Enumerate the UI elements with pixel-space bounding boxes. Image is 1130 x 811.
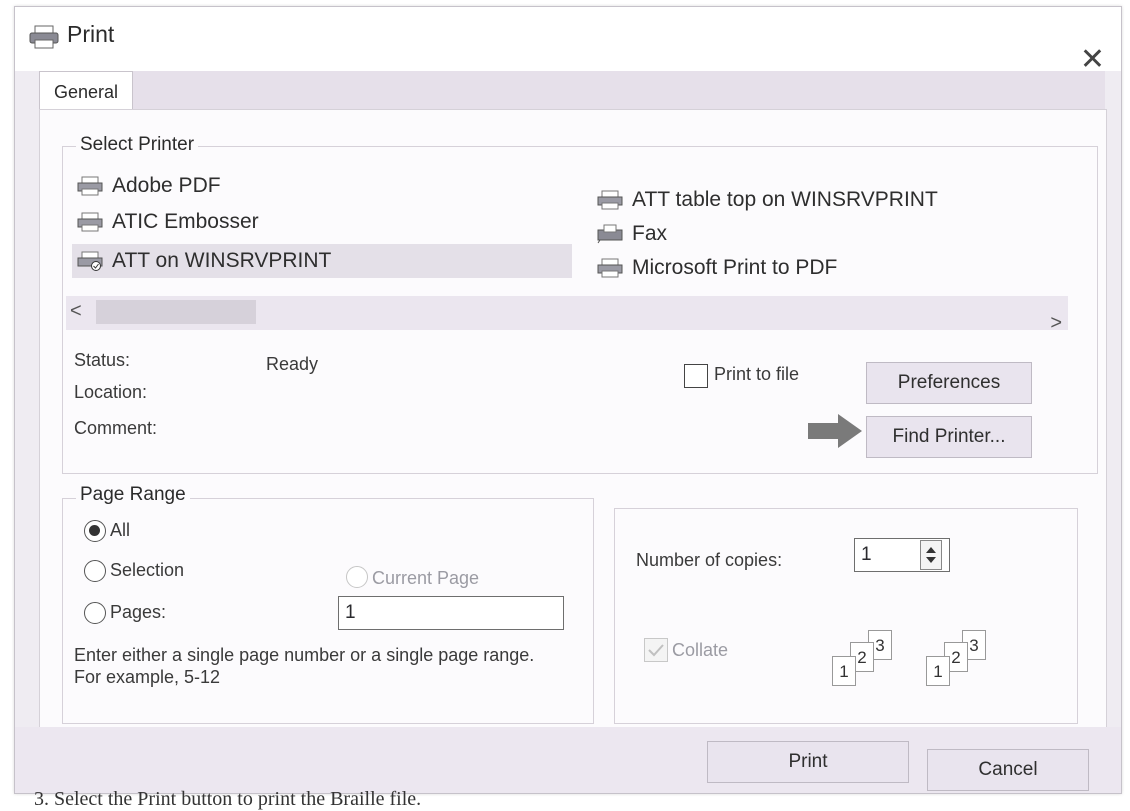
- radio-pages[interactable]: [84, 602, 106, 624]
- print-button[interactable]: Print: [707, 741, 909, 783]
- collate-stack-icon: 3 2 1: [922, 630, 992, 686]
- printer-icon: [597, 258, 623, 278]
- location-label: Location:: [74, 382, 148, 402]
- scroll-thumb[interactable]: [96, 300, 256, 324]
- radio-all[interactable]: [84, 520, 106, 542]
- radio-current-page: [346, 566, 368, 588]
- printer-item[interactable]: Fax: [596, 222, 667, 246]
- tab-content: Select Printer Adobe PDF ATIC Embosser A…: [39, 109, 1107, 729]
- printer-name: Microsoft Print to PDF: [632, 256, 838, 279]
- print-to-file-label: Print to file: [714, 364, 800, 384]
- scroll-left-arrow[interactable]: <: [70, 300, 82, 323]
- spinner-up-icon[interactable]: [926, 547, 936, 553]
- tab-general[interactable]: General: [39, 71, 134, 110]
- find-printer-button[interactable]: Find Printer...: [866, 416, 1032, 458]
- status-label: Status:: [74, 350, 131, 370]
- checkmark-icon: [648, 644, 664, 657]
- printer-item[interactable]: Adobe PDF: [76, 174, 221, 198]
- network-printer-icon: [597, 190, 623, 210]
- title-bar: Print ✕: [15, 7, 1121, 75]
- printer-item[interactable]: ATIC Embosser: [76, 210, 259, 234]
- page-range-hint: Enter either a single page number or a s…: [74, 645, 535, 687]
- radio-selection[interactable]: [84, 560, 106, 582]
- status-value: Ready: [266, 354, 319, 374]
- cancel-button[interactable]: Cancel: [927, 749, 1089, 791]
- dialog-footer: Print Cancel: [15, 727, 1121, 793]
- radio-pages-label: Pages:: [110, 602, 167, 622]
- network-printer-icon: [77, 251, 103, 271]
- collate-label: Collate: [672, 640, 729, 660]
- fax-icon: [597, 224, 623, 244]
- printer-name: ATT table top on WINSRVPRINT: [632, 188, 938, 211]
- printer-item[interactable]: ATT table top on WINSRVPRINT: [596, 188, 938, 212]
- printer-name: Adobe PDF: [112, 174, 221, 197]
- printer-name: ATT on WINSRVPRINT: [112, 249, 332, 272]
- copies-label: Number of copies:: [636, 550, 783, 570]
- printer-list[interactable]: Adobe PDF ATIC Embosser ATT on WINSRVPRI…: [66, 168, 1068, 304]
- window-title: Print: [67, 21, 115, 47]
- radio-current-page-label: Current Page: [372, 568, 480, 588]
- tab-strip: General: [39, 71, 1105, 110]
- page-range-legend: Page Range: [76, 484, 190, 506]
- copies-group: [614, 508, 1078, 724]
- page-icon: 1: [832, 656, 856, 686]
- page-icon: 1: [926, 656, 950, 686]
- radio-selection-label: Selection: [110, 560, 185, 580]
- preferences-button[interactable]: Preferences: [866, 362, 1032, 404]
- printer-icon: [77, 212, 103, 232]
- spinner-down-icon[interactable]: [926, 557, 936, 563]
- printer-item[interactable]: Microsoft Print to PDF: [596, 256, 837, 280]
- copies-spinner[interactable]: [920, 540, 942, 570]
- document-caption: 3. Select the Print button to print the …: [34, 788, 422, 810]
- collate-stack-icon: 3 2 1: [828, 630, 898, 686]
- print-dialog: Print ✕ General Select Printer Adobe PDF…: [14, 6, 1122, 794]
- printer-name: Fax: [632, 222, 668, 245]
- printer-icon: [77, 176, 103, 196]
- scroll-right-arrow[interactable]: >: [1050, 312, 1062, 335]
- printer-icon: [29, 25, 59, 49]
- arrow-right-icon: [808, 414, 862, 448]
- comment-label: Comment:: [74, 418, 158, 438]
- print-to-file-checkbox[interactable]: [684, 364, 708, 388]
- horizontal-scrollbar[interactable]: < >: [66, 296, 1068, 334]
- radio-all-label: All: [110, 520, 131, 540]
- printer-name: ATIC Embosser: [112, 210, 259, 233]
- select-printer-legend: Select Printer: [76, 134, 199, 156]
- printer-item-selected[interactable]: ATT on WINSRVPRINT: [72, 244, 572, 278]
- pages-input[interactable]: 1: [338, 596, 564, 630]
- collate-checkbox: [644, 638, 668, 662]
